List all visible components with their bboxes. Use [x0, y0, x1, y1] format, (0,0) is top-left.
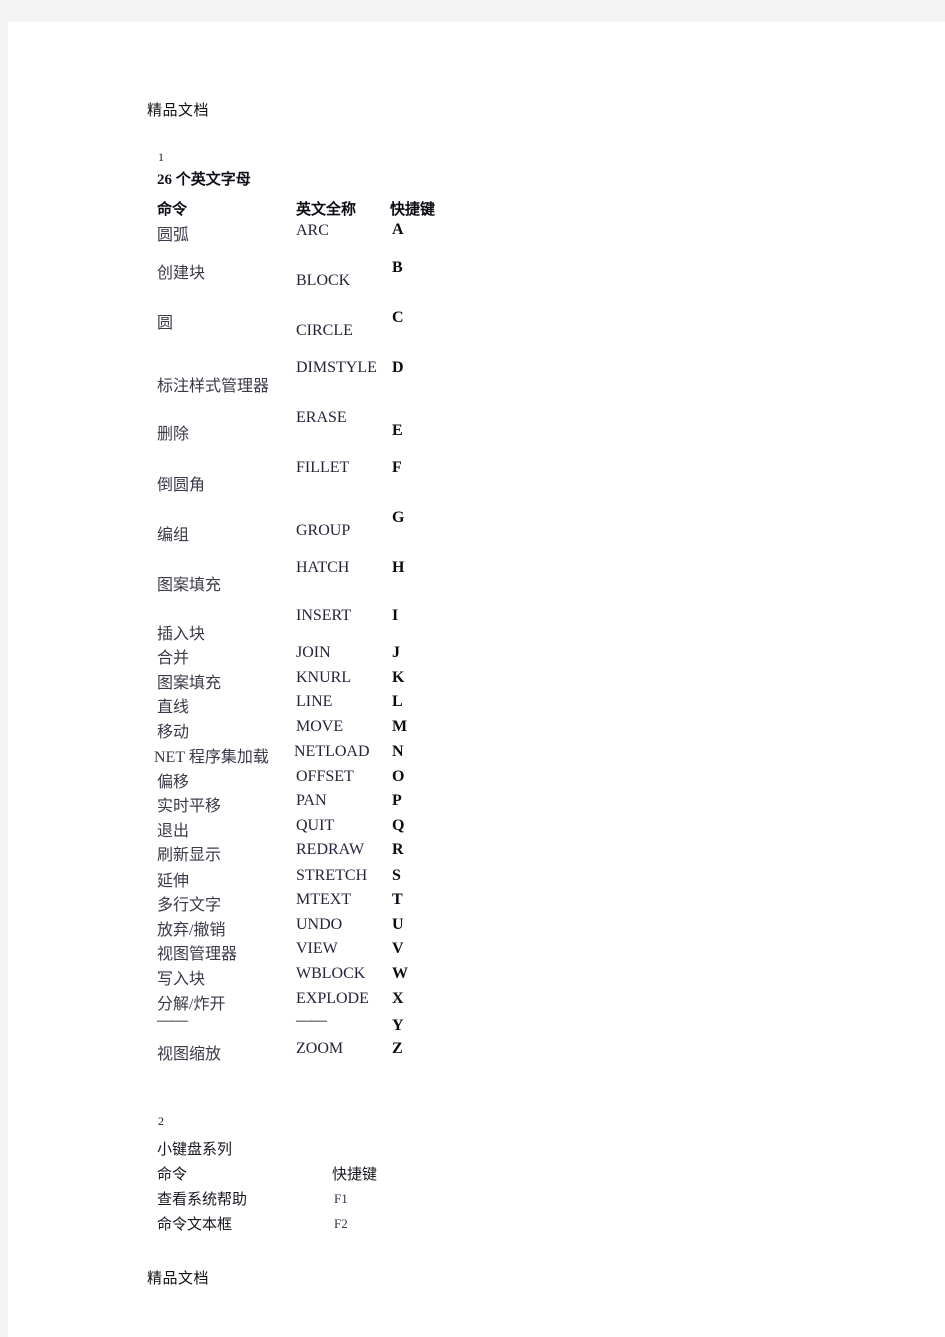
- shortcut-table-letters: 命令 英文全称 快捷键 圆弧 ARC A 创建块 BLOCK B 圆 CIRCL…: [8, 22, 945, 1337]
- table-row: 实时平移: [157, 798, 222, 815]
- table-row: OFFSET: [296, 768, 354, 785]
- watermark-bottom: 精品文档: [147, 1269, 210, 1287]
- table-row: GROUP: [296, 522, 351, 539]
- table-row: QUIT: [296, 817, 335, 834]
- table-row: 图案填充: [157, 675, 222, 692]
- table-row: 偏移: [157, 774, 190, 791]
- table-row: LINE: [296, 693, 333, 710]
- table2-header-command: 命令: [157, 1165, 188, 1183]
- table-row: 移动: [157, 724, 190, 741]
- table-row: ZOOM: [296, 1040, 344, 1057]
- table-row: I: [392, 607, 399, 624]
- table-row: A: [392, 221, 404, 238]
- table-row: 命令文本框: [157, 1215, 233, 1233]
- table-row: JOIN: [296, 644, 331, 661]
- section-2-title: 小键盘系列: [157, 1140, 233, 1158]
- table-row: STRETCH: [296, 867, 368, 884]
- table-row: Q: [392, 817, 405, 834]
- table-row: D: [392, 359, 404, 376]
- table-row: 分解/炸开: [157, 996, 226, 1013]
- table-row: J: [392, 644, 400, 661]
- table2-header-shortcut: 快捷键: [332, 1165, 378, 1183]
- table-row: P: [392, 792, 402, 809]
- table-row: 放弃/撤销: [157, 922, 226, 939]
- table-row: NETLOAD: [294, 743, 370, 760]
- table-row: 延伸: [157, 873, 190, 890]
- table-row: PAN: [296, 792, 327, 809]
- table-row: WBLOCK: [296, 965, 366, 982]
- table-row: G: [392, 509, 405, 526]
- table-row: 标注样式管理器: [157, 378, 270, 395]
- table-row: INSERT: [296, 607, 352, 624]
- table-row: ——: [296, 1012, 327, 1029]
- table-row: C: [392, 309, 404, 326]
- table-row: 创建块: [157, 265, 206, 282]
- table-row: T: [392, 891, 403, 908]
- table1-header-command: 命令: [157, 202, 188, 218]
- table-row: VIEW: [296, 940, 338, 957]
- table-row: 直线: [157, 699, 190, 716]
- table-row: MOVE: [296, 718, 344, 735]
- table-row: 多行文字: [157, 897, 222, 914]
- table-row: 刷新显示: [157, 847, 222, 864]
- table-row: 合并: [157, 650, 190, 667]
- table-row: DIMSTYLE: [296, 359, 377, 376]
- table-row: ——: [157, 1012, 188, 1029]
- table-row: KNURL: [296, 669, 352, 686]
- table-row: B: [392, 259, 403, 276]
- table-row: 倒圆角: [157, 477, 206, 494]
- table-row: 插入块: [157, 626, 206, 643]
- table-row: 删除: [157, 426, 190, 443]
- table-row: MTEXT: [296, 891, 352, 908]
- table-row: M: [392, 718, 408, 735]
- table-row: F2: [334, 1216, 348, 1231]
- table-row: EXPLODE: [296, 990, 369, 1007]
- table1-header-english: 英文全称: [296, 202, 357, 218]
- table-row: ERASE: [296, 409, 347, 426]
- table-row: Y: [392, 1017, 404, 1034]
- table-row: FILLET: [296, 459, 350, 476]
- table-row: O: [392, 768, 405, 785]
- table-row: Z: [392, 1040, 403, 1057]
- table-row: ARC: [296, 222, 329, 239]
- table-row: 退出: [157, 823, 190, 840]
- table-row: 圆: [157, 315, 174, 332]
- table-row: F: [392, 459, 402, 476]
- table-row: 编组: [157, 527, 190, 544]
- table-row: S: [392, 867, 401, 884]
- table-row: 视图缩放: [157, 1046, 222, 1063]
- table-row: NET 程序集加载: [154, 749, 269, 766]
- table-row: X: [392, 990, 404, 1007]
- table-row: U: [392, 916, 404, 933]
- table-row: 图案填充: [157, 577, 222, 594]
- section-2-number: 2: [158, 1114, 164, 1128]
- table-row: R: [392, 841, 404, 858]
- table-row: REDRAW: [296, 841, 365, 858]
- table-row: 视图管理器: [157, 946, 238, 963]
- table-row: N: [392, 743, 404, 760]
- document-page: 精品文档 1 26 个英文字母 命令 英文全称 快捷键 圆弧 ARC A 创建块…: [8, 22, 945, 1337]
- table-row: UNDO: [296, 916, 343, 933]
- table-row: K: [392, 669, 405, 686]
- table-row: CIRCLE: [296, 322, 353, 339]
- table1-header-shortcut: 快捷键: [390, 202, 436, 218]
- table-row: F1: [334, 1191, 348, 1206]
- table-row: 圆弧: [157, 227, 190, 244]
- table-row: E: [392, 422, 403, 439]
- table-row: W: [392, 965, 408, 982]
- table-row: L: [392, 693, 403, 710]
- table-row: HATCH: [296, 559, 350, 576]
- table-row: 写入块: [157, 971, 206, 988]
- table-row: V: [392, 940, 404, 957]
- table-row: H: [392, 559, 405, 576]
- table-row: 查看系统帮助: [157, 1190, 248, 1208]
- table-row: BLOCK: [296, 272, 351, 289]
